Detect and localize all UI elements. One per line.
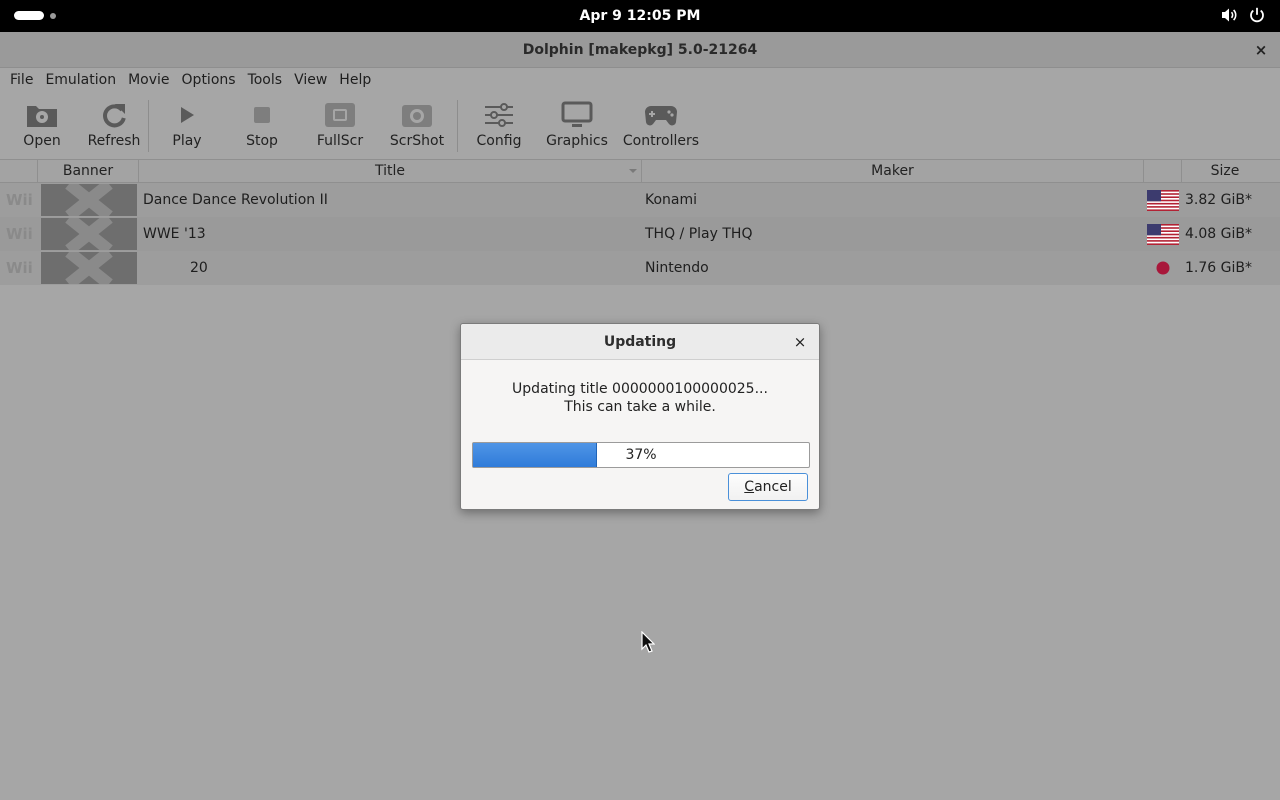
menu-file[interactable]: File [4, 68, 39, 92]
banner-placeholder-image [41, 218, 137, 250]
clock[interactable]: Apr 9 12:05 PM [580, 8, 701, 24]
open-button[interactable]: Open [2, 94, 82, 158]
mouse-pointer-icon [641, 630, 656, 657]
activities-button[interactable] [14, 11, 56, 20]
window-titlebar[interactable]: Dolphin [makepkg] 5.0-21264 × [0, 32, 1280, 68]
config-button[interactable]: Config [460, 94, 538, 158]
refresh-icon [100, 100, 128, 130]
screenshot-button[interactable]: ScrShot [379, 94, 455, 158]
update-progress-bar: 37% [472, 442, 810, 468]
sliders-icon [484, 100, 514, 130]
platform-label: Wii [6, 191, 33, 209]
menu-bar: File Emulation Movie Options Tools View … [0, 68, 1280, 92]
dialog-message-line-1: Updating title 0000000100000025... [512, 381, 768, 397]
menu-options[interactable]: Options [176, 68, 242, 92]
toolbar-separator [457, 100, 458, 152]
disc-folder-icon [26, 100, 58, 130]
dialog-title: Updating [603, 334, 677, 350]
game-title: 20 [190, 260, 208, 276]
open-label: Open [23, 133, 61, 149]
controllers-button[interactable]: Controllers [616, 94, 706, 158]
column-header-maker[interactable]: Maker [642, 160, 1144, 182]
table-header: Banner Title Maker Size [0, 159, 1280, 183]
fullscreen-label: FullScr [316, 133, 364, 149]
window-title: Dolphin [makepkg] 5.0-21264 [522, 42, 758, 58]
fullscreen-icon [324, 100, 356, 130]
banner-placeholder-image [41, 184, 137, 216]
dialog-message-line-2: This can take a while. [564, 399, 716, 415]
config-label: Config [476, 133, 522, 149]
dialog-titlebar[interactable]: Updating × [461, 324, 819, 360]
play-icon [178, 100, 196, 130]
game-maker: THQ / Play THQ [645, 226, 753, 242]
banner-placeholder-image [41, 252, 137, 284]
menu-movie[interactable]: Movie [122, 68, 175, 92]
game-title: WWE '13 [143, 226, 206, 242]
system-top-bar: Apr 9 12:05 PM [0, 0, 1280, 32]
power-icon[interactable] [1248, 6, 1266, 24]
game-title: Dance Dance Revolution II [143, 192, 328, 208]
menu-emulation[interactable]: Emulation [39, 68, 122, 92]
game-list-table: Banner Title Maker Size Wii Dance Dance … [0, 159, 1280, 285]
stop-label: Stop [246, 133, 278, 149]
controllers-label: Controllers [622, 133, 700, 149]
table-row[interactable]: Wii WWE '13 THQ / Play THQ 4.08 GiB* [0, 217, 1280, 251]
stop-button[interactable]: Stop [223, 94, 301, 158]
workspace-indicator-active [14, 11, 44, 20]
platform-label: Wii [6, 225, 33, 243]
cancel-button[interactable]: Cancel [728, 473, 808, 501]
platform-label: Wii [6, 259, 33, 277]
table-row[interactable]: Wii Dance Dance Revolution II Konami 3.8… [0, 183, 1280, 217]
stop-icon [253, 100, 271, 130]
progress-text: 37% [625, 447, 657, 463]
cancel-mnemonic: C [744, 479, 755, 495]
column-header-title-label: Title [374, 163, 405, 179]
column-header-platform[interactable] [0, 160, 38, 182]
game-size: 3.82 GiB* [1185, 192, 1252, 208]
volume-icon[interactable] [1220, 6, 1238, 24]
refresh-label: Refresh [87, 133, 141, 149]
screenshot-label: ScrShot [389, 133, 445, 149]
cancel-rest: ancel [754, 479, 792, 495]
workspace-indicator [50, 12, 56, 19]
sort-descending-icon [629, 169, 637, 173]
updating-dialog: Updating × Updating title 00000001000000… [460, 323, 820, 510]
play-label: Play [172, 133, 202, 149]
toolbar: Open Refresh Play Stop FullScr ScrShot C… [0, 94, 1280, 158]
column-header-banner[interactable]: Banner [38, 160, 139, 182]
menu-tools[interactable]: Tools [242, 68, 289, 92]
game-size: 4.08 GiB* [1185, 226, 1252, 242]
column-header-region[interactable] [1144, 160, 1182, 182]
column-header-title[interactable]: Title [139, 160, 642, 182]
fullscreen-button[interactable]: FullScr [301, 94, 379, 158]
dialog-message: Updating title 0000000100000025... This … [461, 380, 819, 416]
game-size: 1.76 GiB* [1185, 260, 1252, 276]
us-flag-icon [1147, 190, 1179, 215]
menu-view[interactable]: View [288, 68, 333, 92]
us-flag-icon [1147, 224, 1179, 249]
table-row[interactable]: Wii 20 Nintendo 1.76 GiB* [0, 251, 1280, 285]
play-button[interactable]: Play [151, 94, 223, 158]
window-close-button[interactable]: × [1252, 41, 1270, 59]
game-maker: Nintendo [645, 260, 709, 276]
menu-help[interactable]: Help [333, 68, 377, 92]
game-maker: Konami [645, 192, 698, 208]
column-header-size[interactable]: Size [1182, 160, 1268, 182]
camera-icon [401, 100, 433, 130]
toolbar-separator [148, 100, 149, 152]
japan-flag-icon [1155, 260, 1171, 280]
monitor-icon [561, 100, 593, 130]
graphics-label: Graphics [546, 133, 608, 149]
refresh-button[interactable]: Refresh [82, 94, 146, 158]
graphics-button[interactable]: Graphics [538, 94, 616, 158]
dialog-close-button[interactable]: × [791, 333, 809, 351]
gamepad-icon [644, 100, 678, 130]
